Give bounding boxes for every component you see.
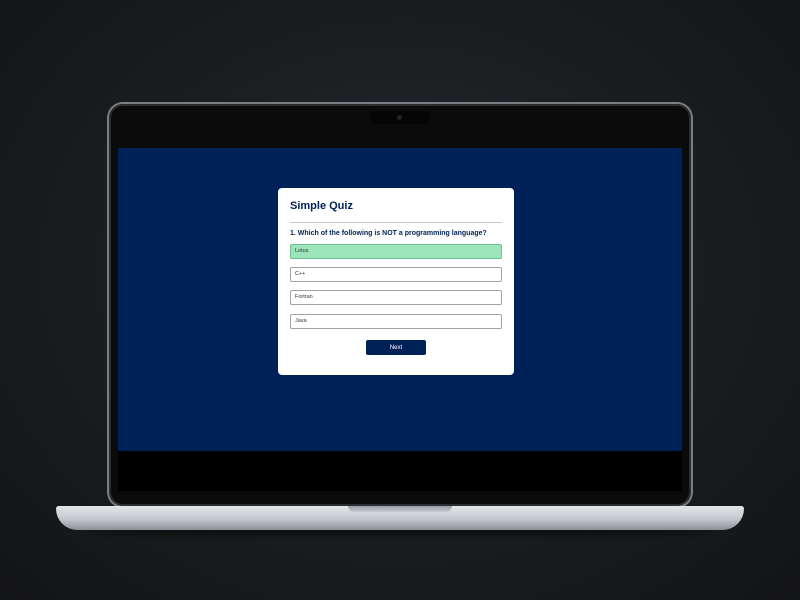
quiz-divider (290, 222, 502, 223)
answer-option-4[interactable]: Java (290, 314, 502, 329)
question-text: 1. Which of the following is NOT a progr… (290, 230, 487, 237)
camera-icon (397, 115, 402, 120)
next-button[interactable]: Next (366, 340, 426, 355)
screen-bottom-bezel (118, 451, 682, 491)
laptop-base-notch (348, 506, 452, 512)
quiz-card: Simple Quiz 1. Which of the following is… (278, 188, 514, 375)
answer-option-2[interactable]: C++ (290, 267, 502, 282)
answer-option-3[interactable]: Fortran (290, 290, 502, 305)
answer-option-1[interactable]: Lotus (290, 244, 502, 259)
quiz-title: Simple Quiz (290, 200, 353, 212)
